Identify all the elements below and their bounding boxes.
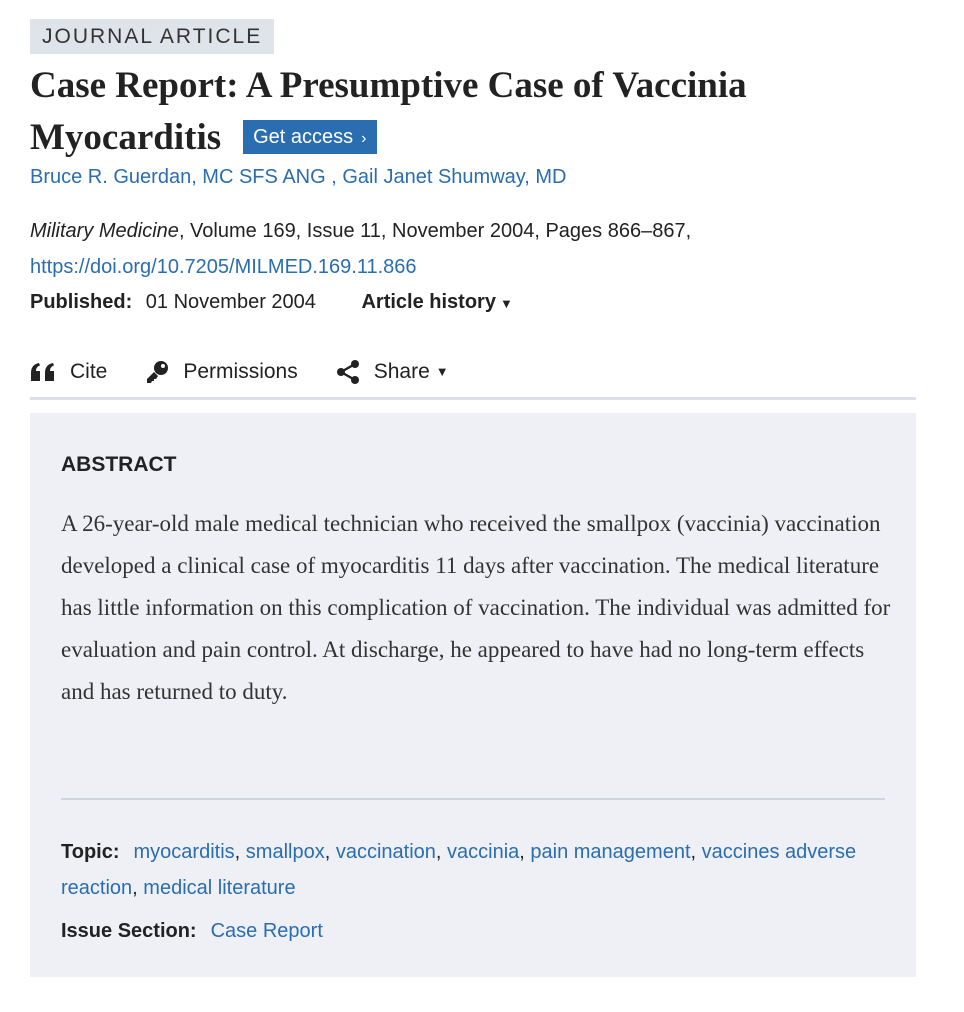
quote-icon [31, 363, 54, 381]
share-button[interactable]: Share ▼ [336, 357, 449, 387]
published-label: Published: [30, 291, 133, 313]
issue-section-row: Issue Section: Case Report [61, 915, 323, 947]
article-history-toggle[interactable]: Article history ▼ [361, 291, 512, 313]
author-list: Bruce R. Guerdan, MC SFS ANG , Gail Jane… [30, 162, 567, 192]
divider [61, 798, 885, 800]
article-title-text: Case Report: A Presumptive Case of Vacci… [30, 65, 747, 158]
share-icon [336, 360, 359, 384]
author-link[interactable]: Bruce R. Guerdan, MC SFS ANG [30, 166, 326, 188]
topic-link[interactable]: myocarditis [134, 841, 235, 863]
get-access-label: Get access [253, 125, 354, 148]
article-tools: Cite Permissions Share ▼ [30, 357, 487, 387]
author-link[interactable]: Gail Janet Shumway, MD [342, 166, 566, 188]
journal-name: Military Medicine [30, 220, 179, 242]
cite-button[interactable]: Cite [30, 357, 107, 387]
share-label: Share [373, 360, 430, 383]
abstract-heading: ABSTRACT [61, 453, 177, 476]
author-separator: , [331, 166, 343, 188]
cite-label: Cite [70, 360, 108, 383]
doi-link[interactable]: https://doi.org/10.7205/MILMED.169.11.86… [30, 256, 417, 278]
article-type-badge: JOURNAL ARTICLE [30, 19, 275, 54]
article-title: Case Report: A Presumptive Case of Vacci… [30, 60, 930, 164]
citation-details: , Volume 169, Issue 11, November 2004, P… [178, 220, 692, 242]
abstract-text: A 26-year-old male medical technician wh… [61, 511, 891, 704]
published-row: Published: 01 November 2004 Article hist… [30, 288, 513, 318]
divider [30, 397, 916, 400]
topic-link[interactable]: vaccinia [447, 841, 519, 863]
topic-link[interactable]: smallpox [246, 841, 325, 863]
permissions-button[interactable]: Permissions [145, 357, 298, 387]
permissions-label: Permissions [183, 360, 298, 383]
caret-down-icon: ▼ [435, 364, 449, 379]
issue-section-label: Issue Section: [61, 920, 197, 942]
key-icon [147, 361, 169, 383]
topic-link[interactable]: medical literature [143, 877, 295, 899]
issue-section-link[interactable]: Case Report [211, 920, 323, 942]
article-page: JOURNAL ARTICLE Case Report: A Presumpti… [0, 0, 964, 1012]
topic-label: Topic: [61, 841, 120, 863]
abstract-panel: ABSTRACT A 26-year-old male medical tech… [30, 413, 916, 977]
citation: Military Medicine, Volume 169, Issue 11,… [30, 213, 691, 285]
topic-row: Topic: myocarditis, smallpox, vaccination… [61, 841, 857, 899]
article-history-label: Article history [361, 291, 496, 313]
caret-down-icon: ▼ [499, 296, 513, 311]
topic-link[interactable]: pain management [530, 841, 690, 863]
topic-link[interactable]: vaccination [336, 841, 436, 863]
chevron-right-icon: › [361, 129, 367, 147]
get-access-button[interactable]: Get access › [243, 119, 377, 154]
published-date: 01 November 2004 [145, 291, 316, 313]
